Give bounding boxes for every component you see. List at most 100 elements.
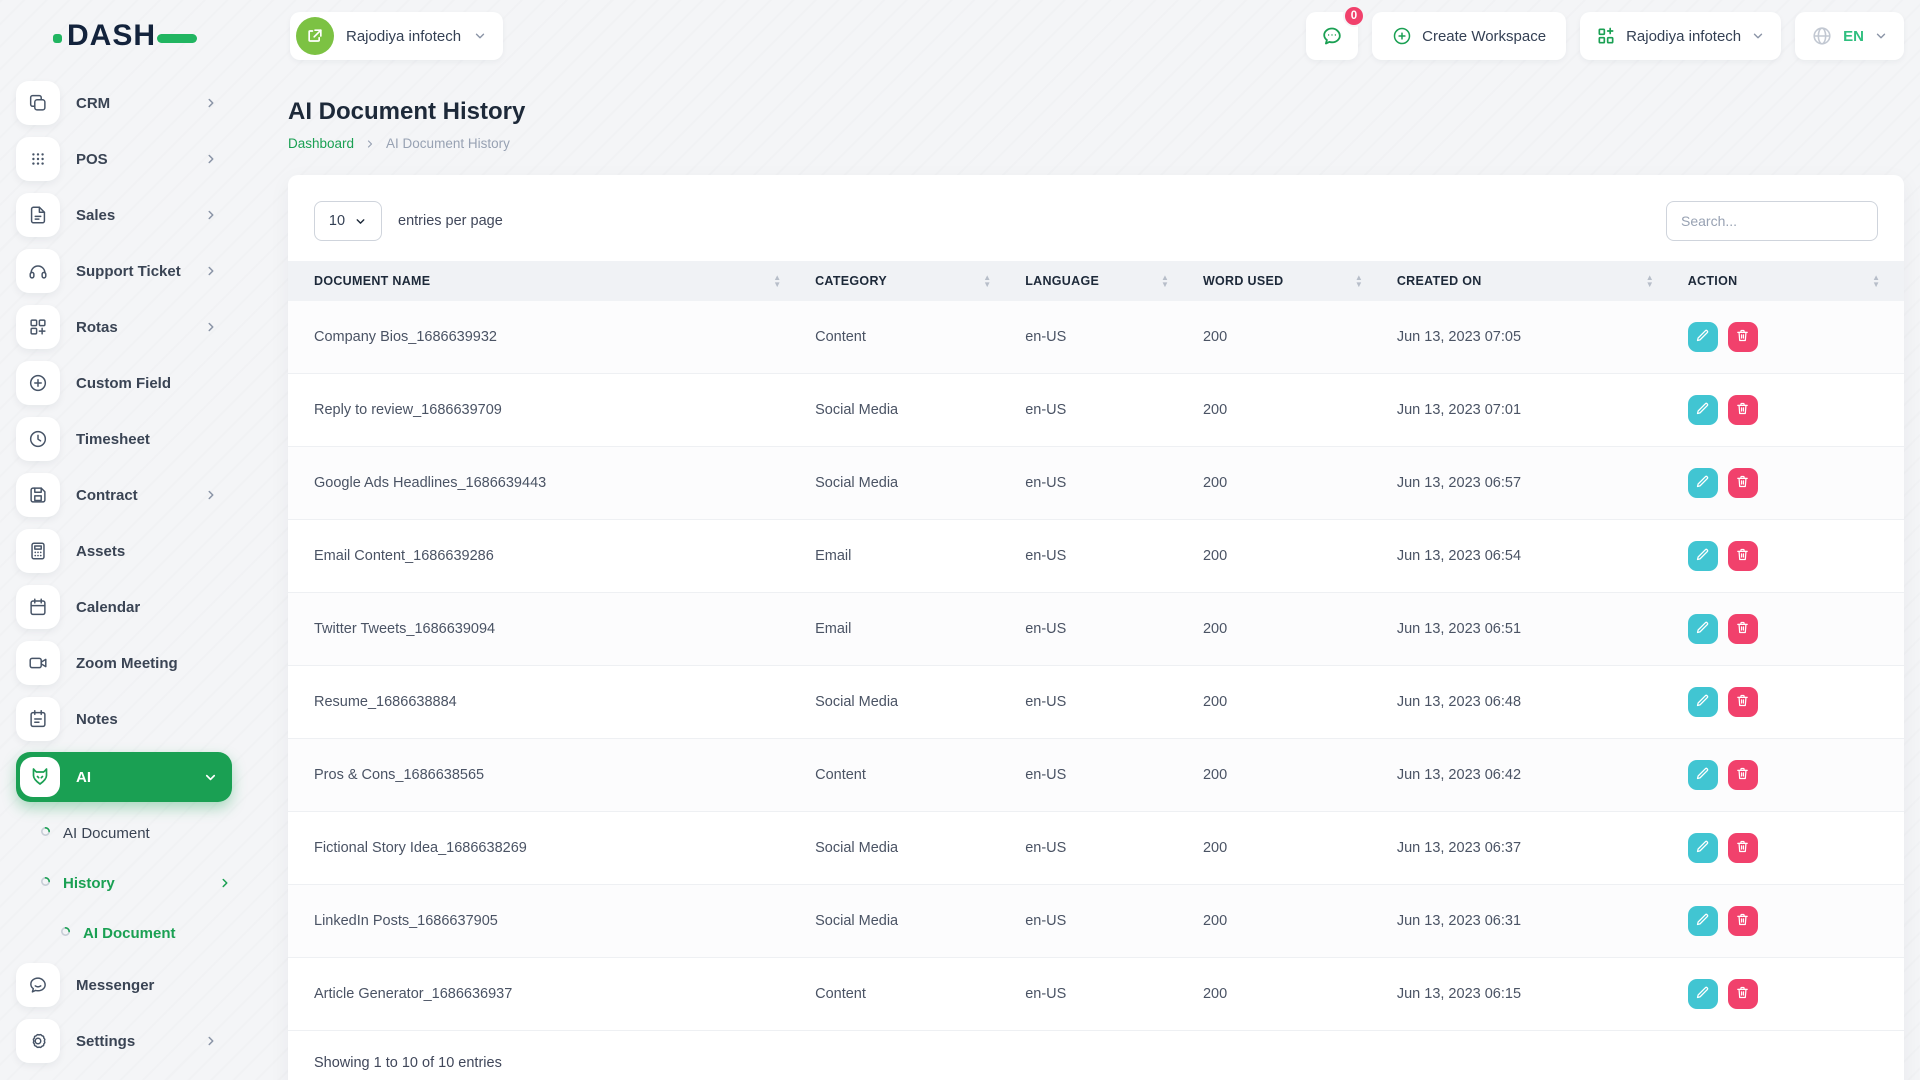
table-row: Google Ads Headlines_1686639443 Social Me… bbox=[288, 446, 1904, 520]
edit-button[interactable] bbox=[1687, 906, 1718, 936]
sidebar-item-calendar[interactable]: Calendar bbox=[16, 584, 232, 630]
sidebar-item-label: Support Ticket bbox=[76, 262, 181, 280]
edit-button[interactable] bbox=[1687, 833, 1718, 863]
chevron-down-icon bbox=[354, 215, 367, 228]
top-header: DASH Rajodiya infotech 0 Create Workspac… bbox=[0, 0, 1920, 72]
column-header-label: CREATED ON bbox=[1396, 274, 1482, 288]
sort-arrows-icon[interactable]: ▲ ▼ bbox=[983, 274, 991, 289]
sort-arrows-icon[interactable]: ▲ ▼ bbox=[1161, 274, 1169, 289]
sort-arrows-icon[interactable]: ▲ ▼ bbox=[1646, 274, 1654, 289]
bullet-icon bbox=[60, 924, 71, 942]
sidebar-item-zoom-meeting[interactable]: Zoom Meeting bbox=[16, 640, 232, 686]
chevron-right-icon bbox=[204, 488, 218, 502]
column-header-category[interactable]: CATEGORY ▲ ▼ bbox=[805, 261, 1015, 301]
column-header-word-used[interactable]: WORD USED ▲ ▼ bbox=[1193, 261, 1387, 301]
entries-per-page-select[interactable]: 10 bbox=[314, 201, 382, 241]
cell-actions bbox=[1677, 446, 1904, 520]
sidebar-item-support-ticket[interactable]: Support Ticket bbox=[16, 248, 232, 294]
delete-button[interactable] bbox=[1727, 760, 1758, 790]
sidebar-item-settings[interactable]: Settings bbox=[16, 1018, 232, 1064]
edit-button[interactable] bbox=[1687, 687, 1718, 717]
cell-actions bbox=[1677, 957, 1904, 1031]
create-workspace-button[interactable]: Create Workspace bbox=[1372, 12, 1567, 60]
cell-category: Content bbox=[805, 957, 1016, 1031]
delete-button[interactable] bbox=[1727, 833, 1758, 863]
sidebar-subitem-label: AI Document bbox=[83, 924, 176, 942]
sidebar-subitem-label: History bbox=[63, 874, 115, 892]
pencil-icon bbox=[1695, 912, 1710, 930]
sidebar-item-sales[interactable]: Sales bbox=[16, 192, 232, 238]
table-controls: 10 entries per page bbox=[288, 201, 1904, 241]
workspace-selector[interactable]: Rajodiya infotech bbox=[290, 12, 504, 60]
column-header-document-name[interactable]: DOCUMENT NAME ▲ ▼ bbox=[288, 261, 805, 301]
edit-button[interactable] bbox=[1687, 322, 1718, 352]
sidebar-item-custom-field[interactable]: Custom Field bbox=[16, 360, 232, 406]
sidebar-subitem-history[interactable]: History bbox=[16, 862, 232, 904]
delete-button[interactable] bbox=[1727, 906, 1758, 936]
sidebar-item-ai[interactable]: AI bbox=[16, 752, 232, 802]
sidebar-item-contract[interactable]: Contract bbox=[16, 472, 232, 518]
delete-button[interactable] bbox=[1727, 395, 1758, 425]
edit-button[interactable] bbox=[1687, 760, 1718, 790]
cell-document-name: Resume_1686638884 bbox=[288, 665, 806, 739]
chat-notifications-button[interactable]: 0 bbox=[1306, 5, 1366, 60]
trash-icon bbox=[1735, 912, 1750, 930]
sidebar-item-assets[interactable]: Assets bbox=[16, 528, 232, 574]
delete-button[interactable] bbox=[1727, 322, 1758, 352]
column-header-language[interactable]: LANGUAGE ▲ ▼ bbox=[1015, 261, 1193, 301]
edit-button[interactable] bbox=[1687, 979, 1718, 1009]
chevron-right-icon bbox=[204, 1034, 218, 1048]
cell-actions bbox=[1677, 884, 1904, 958]
sidebar-item-rotas[interactable]: Rotas bbox=[16, 304, 232, 350]
pencil-icon bbox=[1695, 693, 1710, 711]
cell-document-name: Pros & Cons_1686638565 bbox=[288, 738, 806, 812]
sidebar-item-crm[interactable]: CRM bbox=[16, 80, 232, 126]
breadcrumb: Dashboard AI Document History bbox=[288, 136, 1904, 151]
sidebar-item-pos[interactable]: POS bbox=[16, 136, 232, 182]
create-workspace-label: Create Workspace bbox=[1422, 27, 1547, 45]
plus-circle-icon bbox=[1393, 27, 1411, 45]
sidebar-subitem-ai-document[interactable]: AI Document bbox=[16, 812, 232, 854]
sidebar-item-label: Messenger bbox=[76, 976, 155, 994]
header-actions: 0 Create Workspace Rajodiya infotech EN bbox=[1306, 5, 1904, 60]
sort-arrows-icon[interactable]: ▲ ▼ bbox=[1355, 274, 1363, 289]
chevron-right-icon bbox=[218, 876, 232, 890]
search-input[interactable] bbox=[1666, 201, 1878, 241]
delete-button[interactable] bbox=[1727, 614, 1758, 644]
delete-button[interactable] bbox=[1727, 468, 1758, 498]
chevron-down-icon bbox=[1751, 29, 1765, 43]
cell-document-name: Reply to review_1686639709 bbox=[288, 373, 806, 447]
column-header-created-on[interactable]: CREATED ON ▲ ▼ bbox=[1387, 261, 1678, 301]
account-selector[interactable]: Rajodiya infotech bbox=[1580, 12, 1782, 60]
sort-arrows-icon[interactable]: ▲ ▼ bbox=[773, 274, 781, 289]
sidebar-item-notes[interactable]: Notes bbox=[16, 696, 232, 742]
edit-button[interactable] bbox=[1687, 541, 1718, 571]
workspace-selector-label: Rajodiya infotech bbox=[346, 27, 462, 45]
pos-grid-icon bbox=[16, 137, 60, 181]
column-header-action[interactable]: ACTION ▲ ▼ bbox=[1678, 261, 1904, 301]
brand-logo[interactable]: DASH bbox=[0, 19, 250, 53]
breadcrumb-dashboard-link[interactable]: Dashboard bbox=[288, 136, 354, 151]
chevron-right-icon bbox=[204, 320, 218, 334]
sidebar-item-label: Custom Field bbox=[76, 374, 172, 392]
sidebar-item-messenger[interactable]: Messenger bbox=[16, 962, 232, 1008]
edit-button[interactable] bbox=[1687, 614, 1718, 644]
edit-button[interactable] bbox=[1687, 468, 1718, 498]
delete-button[interactable] bbox=[1727, 979, 1758, 1009]
cell-document-name: Google Ads Headlines_1686639443 bbox=[288, 446, 806, 520]
delete-button[interactable] bbox=[1727, 687, 1758, 717]
edit-button[interactable] bbox=[1687, 395, 1718, 425]
trash-icon bbox=[1735, 839, 1750, 857]
pencil-icon bbox=[1695, 328, 1710, 346]
language-code: EN bbox=[1843, 27, 1864, 45]
sidebar-subitem-ai-document-nested[interactable]: AI Document bbox=[16, 912, 232, 954]
trash-icon bbox=[1735, 766, 1750, 784]
sidebar-item-timesheet[interactable]: Timesheet bbox=[16, 416, 232, 462]
cell-created-on: Jun 13, 2023 06:57 bbox=[1386, 446, 1678, 520]
calendar-icon bbox=[16, 585, 60, 629]
language-selector[interactable]: EN bbox=[1795, 12, 1904, 60]
delete-button[interactable] bbox=[1727, 541, 1758, 571]
sort-arrows-icon[interactable]: ▲ ▼ bbox=[1872, 274, 1880, 289]
crm-icon bbox=[16, 81, 60, 125]
cell-category: Email bbox=[805, 592, 1016, 666]
